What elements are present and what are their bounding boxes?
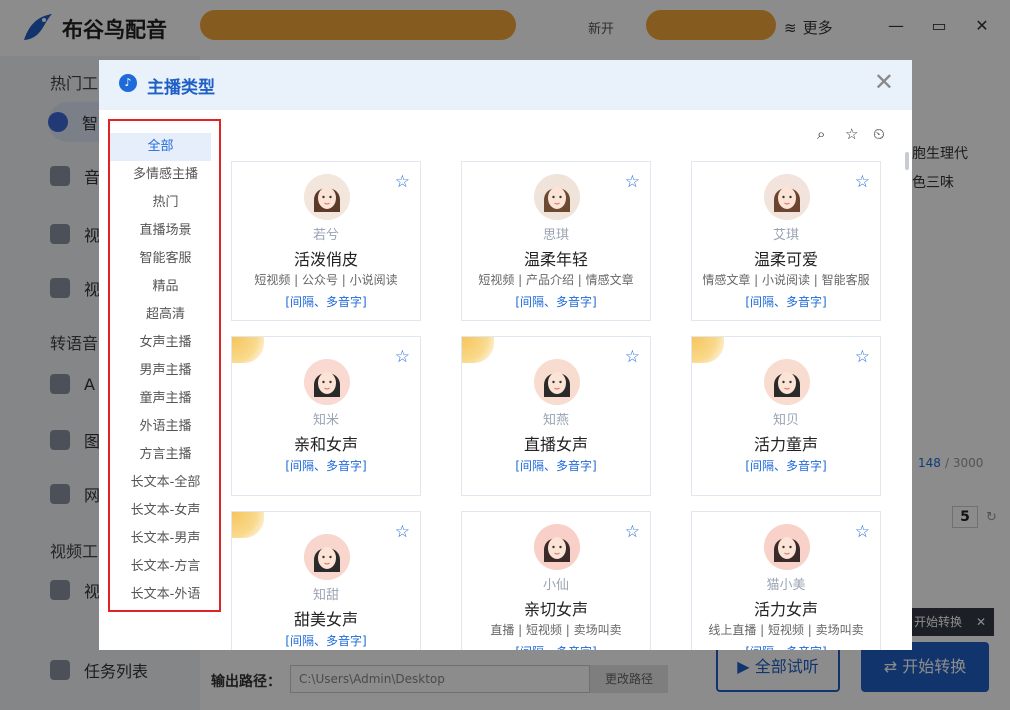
star-icon[interactable]: ☆: [625, 347, 640, 367]
anchor-features: [间隔、多音字]: [745, 295, 827, 309]
dialog-title: 主播类型: [147, 78, 215, 98]
anchor-features: [间隔、多音字]: [285, 295, 367, 309]
anchor-card[interactable]: ☆ 思琪温柔年轻短视频 | 产品介绍 | 情感文章 [间隔、多音字]: [461, 161, 651, 321]
avatar: [534, 524, 580, 570]
star-icon[interactable]: ☆: [855, 347, 870, 367]
category-item[interactable]: 直播场景: [110, 217, 221, 245]
history-clock-icon[interactable]: ⏲: [873, 125, 885, 143]
category-list: 全部 多情感主播 热门 直播场景 智能客服 精品 超高清 女声主播 男声主播 童声主播 外语主播 方言…: [108, 119, 221, 612]
anchor-voice-type: 甜美女声: [293, 610, 358, 629]
category-item[interactable]: 长文本-男声: [110, 525, 221, 553]
category-item[interactable]: 长文本-全部: [110, 469, 221, 497]
anchor-voice-type: 活力女声: [753, 600, 818, 619]
category-item[interactable]: 全部: [110, 133, 211, 161]
category-item[interactable]: 长文本-方言: [110, 553, 221, 581]
anchor-nickname: 若兮: [312, 228, 339, 243]
category-item[interactable]: 精品: [110, 273, 221, 301]
avatar-face-icon: [304, 359, 350, 405]
anchor-features: [间隔、多音字]: [515, 459, 597, 473]
anchor-card[interactable]: ☆ 艾琪温柔可爱情感文章 | 小说阅读 | 智能客服 [间隔、多音字]: [691, 161, 881, 321]
hot-badge-icon: [692, 337, 724, 363]
star-icon[interactable]: ☆: [395, 172, 410, 192]
scrollbar-thumb[interactable]: [905, 152, 909, 170]
anchor-nickname: 思琪: [542, 228, 569, 243]
anchor-voice-type: 亲切女声: [523, 600, 588, 619]
avatar: [534, 359, 580, 405]
anchor-nickname: 知贝: [772, 413, 799, 428]
star-icon[interactable]: ☆: [625, 522, 640, 542]
anchor-tags: 线上直播 | 短视频 | 卖场叫卖: [708, 623, 864, 637]
avatar: [304, 359, 350, 405]
hot-badge-icon: [462, 337, 494, 363]
anchor-voice-type: 直播女声: [523, 435, 588, 454]
anchor-features: [间隔、多音字]: [692, 643, 880, 650]
category-item[interactable]: 方言主播: [110, 441, 221, 469]
category-item[interactable]: 男声主播: [110, 357, 221, 385]
star-icon[interactable]: ☆: [395, 522, 410, 542]
category-item[interactable]: 外语主播: [110, 413, 221, 441]
star-icon[interactable]: ☆: [625, 172, 640, 192]
avatar-face-icon: [764, 359, 810, 405]
avatar: [764, 524, 810, 570]
anchor-features: [间隔、多音字]: [285, 459, 367, 473]
category-item[interactable]: 热门: [110, 189, 221, 217]
star-icon[interactable]: ☆: [855, 522, 870, 542]
category-item[interactable]: 超高清: [110, 301, 221, 329]
anchor-nickname: 知甜: [312, 588, 339, 603]
anchor-card[interactable]: ☆ 小仙亲切女声直播 | 短视频 | 卖场叫卖 [间隔、多音字]: [461, 511, 651, 650]
category-item[interactable]: 多情感主播: [110, 161, 221, 189]
anchor-card[interactable]: ☆ 猫小美活力女声线上直播 | 短视频 | 卖场叫卖 [间隔、多音字]: [691, 511, 881, 650]
avatar-face-icon: [304, 534, 350, 580]
category-item[interactable]: 长文本-女声: [110, 497, 221, 525]
anchor-tags: 短视频 | 公众号 | 小说阅读: [254, 273, 398, 287]
anchor-voice-type: 温柔年轻: [523, 250, 588, 269]
anchor-features: [间隔、多音字]: [285, 634, 367, 648]
anchor-voice-type: 活力童声: [753, 435, 818, 454]
dialog-close-icon[interactable]: ✕: [874, 70, 894, 94]
anchor-type-dialog: ♪ 主播类型 ✕ 全部 多情感主播 热门 直播场景 智能客服 精品 超高清 女声主播 男声主播童…: [99, 60, 912, 650]
hot-badge-icon: [232, 337, 264, 363]
anchor-tags: 情感文章 | 小说阅读 | 智能客服: [702, 273, 870, 287]
category-item[interactable]: 智能客服: [110, 245, 221, 273]
avatar-face-icon: [534, 359, 580, 405]
anchor-tags: 短视频 | 产品介绍 | 情感文章: [478, 273, 634, 287]
anchor-features: [间隔、多音字]: [462, 643, 650, 650]
avatar: [304, 534, 350, 580]
avatar-face-icon: [764, 174, 810, 220]
avatar-face-icon: [304, 174, 350, 220]
anchor-tags: 直播 | 短视频 | 卖场叫卖: [490, 623, 622, 637]
anchor-features: [间隔、多音字]: [515, 295, 597, 309]
category-item[interactable]: 女声主播: [110, 329, 221, 357]
anchor-nickname: 知米: [312, 413, 339, 428]
anchor-card[interactable]: ☆ 知燕直播女声 [间隔、多音字]: [461, 336, 651, 496]
anchor-nickname: 艾琪: [772, 228, 799, 243]
avatar: [534, 174, 580, 220]
star-icon[interactable]: ☆: [855, 172, 870, 192]
anchor-nickname: 知燕: [542, 413, 569, 428]
avatar: [764, 174, 810, 220]
anchor-card[interactable]: ☆ 若兮活泼俏皮短视频 | 公众号 | 小说阅读 [间隔、多音字]: [231, 161, 421, 321]
avatar-face-icon: [534, 174, 580, 220]
anchor-card[interactable]: ☆ 知甜甜美女声 [间隔、多音字]: [231, 511, 421, 650]
category-item[interactable]: 长文本-外语: [110, 581, 221, 609]
anchor-card[interactable]: ☆ 知米亲和女声 [间隔、多音字]: [231, 336, 421, 496]
avatar: [304, 174, 350, 220]
search-icon[interactable]: ⌕: [817, 125, 825, 143]
music-note-icon: ♪: [119, 74, 137, 92]
avatar-face-icon: [534, 524, 580, 570]
category-item[interactable]: 童声主播: [110, 385, 221, 413]
avatar-face-icon: [764, 524, 810, 570]
anchor-voice-type: 活泼俏皮: [293, 250, 358, 269]
anchor-nickname: 猫小美: [766, 578, 806, 593]
anchor-nickname: 小仙: [542, 578, 569, 593]
hot-badge-icon: [232, 512, 264, 538]
anchor-card[interactable]: ☆ 知贝活力童声 [间隔、多音字]: [691, 336, 881, 496]
anchor-features: [间隔、多音字]: [745, 459, 827, 473]
anchor-voice-type: 亲和女声: [293, 435, 358, 454]
favorite-filter-icon[interactable]: ☆: [845, 125, 858, 143]
avatar: [764, 359, 810, 405]
dialog-header: ♪ 主播类型 ✕: [99, 60, 912, 110]
anchor-voice-type: 温柔可爱: [753, 250, 818, 269]
star-icon[interactable]: ☆: [395, 347, 410, 367]
